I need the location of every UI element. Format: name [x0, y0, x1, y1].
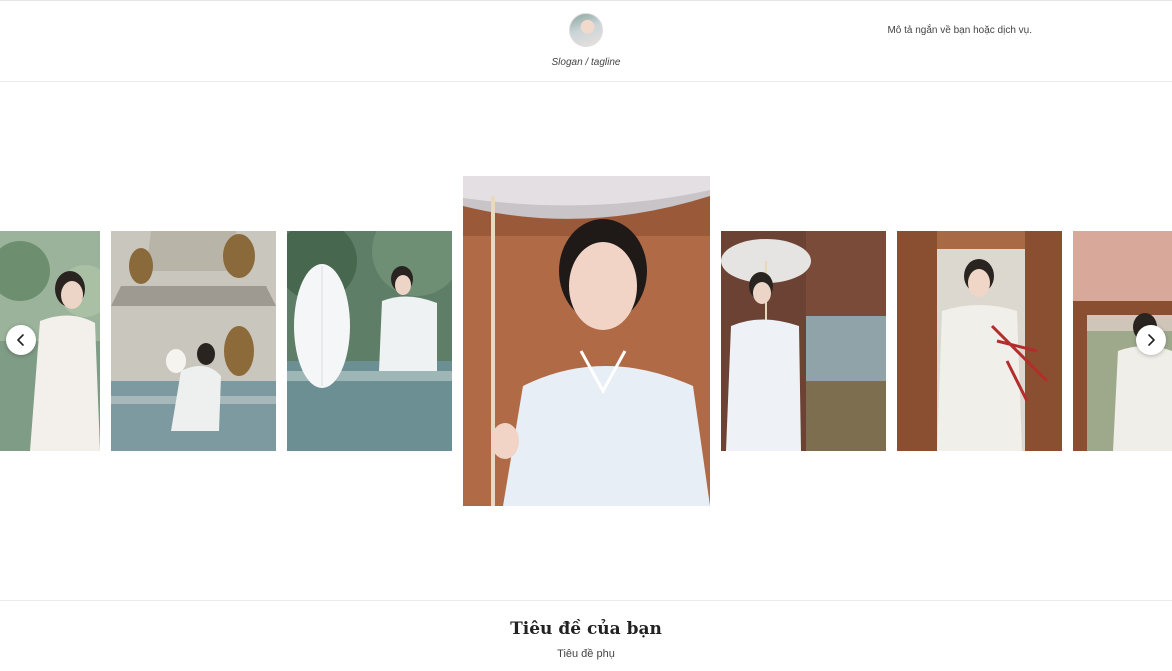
site-footer: Tiêu đề của bạn Tiêu đề phụ [0, 600, 1172, 671]
site-header: Slogan / tagline Mô tả ngắn về bạn hoặc … [0, 0, 1172, 82]
photo-image [111, 231, 276, 451]
photo-image [287, 231, 452, 451]
featured-photo[interactable] [463, 176, 710, 506]
chevron-right-icon [1148, 334, 1155, 346]
photo-image [463, 176, 710, 506]
chevron-left-icon [17, 334, 24, 346]
header-description: Mô tả ngắn về bạn hoặc dịch vụ. [887, 25, 1032, 36]
gallery-photo[interactable] [287, 231, 452, 451]
next-button[interactable] [1136, 325, 1166, 355]
gallery-photo[interactable] [897, 231, 1062, 451]
previous-button[interactable] [6, 325, 36, 355]
tagline: Slogan / tagline [551, 57, 621, 68]
avatar[interactable] [569, 13, 603, 47]
gallery-photo[interactable] [111, 231, 276, 451]
footer-title: Tiêu đề của bạn [510, 619, 662, 639]
footer-subtitle: Tiêu đề phụ [557, 648, 615, 660]
photo-image [897, 231, 1062, 451]
gallery-photo[interactable] [721, 231, 886, 451]
photo-carousel[interactable] [0, 82, 1172, 600]
photo-image [721, 231, 886, 451]
